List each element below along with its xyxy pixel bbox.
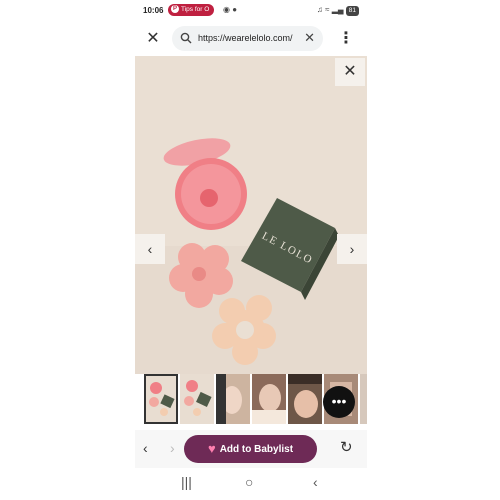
babylist-label: Add to Babylist bbox=[219, 444, 294, 455]
search-icon bbox=[180, 32, 192, 44]
signal-icon: ▂▄ bbox=[331, 5, 344, 14]
home-icon[interactable]: ○ bbox=[245, 474, 253, 490]
gallery-next-button[interactable]: › bbox=[337, 234, 367, 264]
add-to-babylist-button[interactable]: ♥ Add to Babylist bbox=[184, 435, 317, 463]
thumbnail-3[interactable] bbox=[216, 374, 250, 424]
mute-icon: ♫ bbox=[316, 5, 323, 14]
status-app-icons: ◉ ● bbox=[223, 5, 238, 14]
phone-screen: 10:06 P Tips for O ◉ ● ♫ ≈ ▂▄ 81 ✕ https:… bbox=[135, 0, 367, 500]
reload-icon[interactable]: ↻ bbox=[340, 438, 353, 456]
gallery-close-button[interactable]: ✕ bbox=[335, 58, 365, 86]
product-image: LE LOLO ✕ ‹ › bbox=[135, 56, 367, 374]
status-right-icons: ♫ ≈ ▂▄ 81 bbox=[317, 5, 359, 16]
heart-icon: ♥ bbox=[207, 441, 216, 456]
browser-bottom-toolbar: ‹ › ♥ Add to Babylist ↻ bbox=[135, 430, 367, 468]
more-menu-icon[interactable]: ⋮ bbox=[338, 28, 354, 50]
system-back-icon[interactable]: ‹ bbox=[313, 474, 318, 490]
thumbnail-4[interactable] bbox=[252, 374, 286, 424]
forward-arrow-icon[interactable]: › bbox=[170, 440, 175, 456]
pinterest-icon: P bbox=[171, 5, 179, 14]
wifi-icon: ≈ bbox=[325, 5, 330, 14]
notification-text: Tips for O bbox=[181, 6, 210, 13]
battery-icon: 81 bbox=[345, 6, 359, 16]
clear-url-button[interactable]: ✕ bbox=[304, 30, 315, 46]
android-nav-bar: ||| ○ ‹ bbox=[135, 468, 367, 500]
browser-url-row: ✕ https://wearelelolo.com/ ✕ ⋮ bbox=[135, 22, 367, 56]
thumbnail-5[interactable] bbox=[288, 374, 322, 424]
thumbnail-7[interactable] bbox=[360, 374, 367, 424]
url-bar[interactable]: https://wearelelolo.com/ ✕ bbox=[172, 26, 323, 51]
product-photo-illustration: LE LOLO bbox=[135, 56, 367, 374]
notification-pill[interactable]: P Tips for O bbox=[168, 4, 215, 16]
thumbnail-1[interactable] bbox=[144, 374, 178, 424]
url-text[interactable]: https://wearelelolo.com/ bbox=[198, 33, 298, 43]
chat-bubble-icon[interactable]: ••• bbox=[323, 386, 355, 418]
recents-icon[interactable]: ||| bbox=[181, 474, 192, 490]
gallery-prev-button[interactable]: ‹ bbox=[135, 234, 165, 264]
thumbnail-2[interactable] bbox=[180, 374, 214, 424]
back-arrow-icon[interactable]: ‹ bbox=[143, 440, 148, 456]
close-tab-button[interactable]: ✕ bbox=[143, 29, 163, 49]
status-bar: 10:06 P Tips for O ◉ ● ♫ ≈ ▂▄ 81 bbox=[135, 0, 367, 22]
status-time: 10:06 bbox=[143, 6, 164, 15]
thumbnail-strip: ••• bbox=[135, 374, 367, 428]
